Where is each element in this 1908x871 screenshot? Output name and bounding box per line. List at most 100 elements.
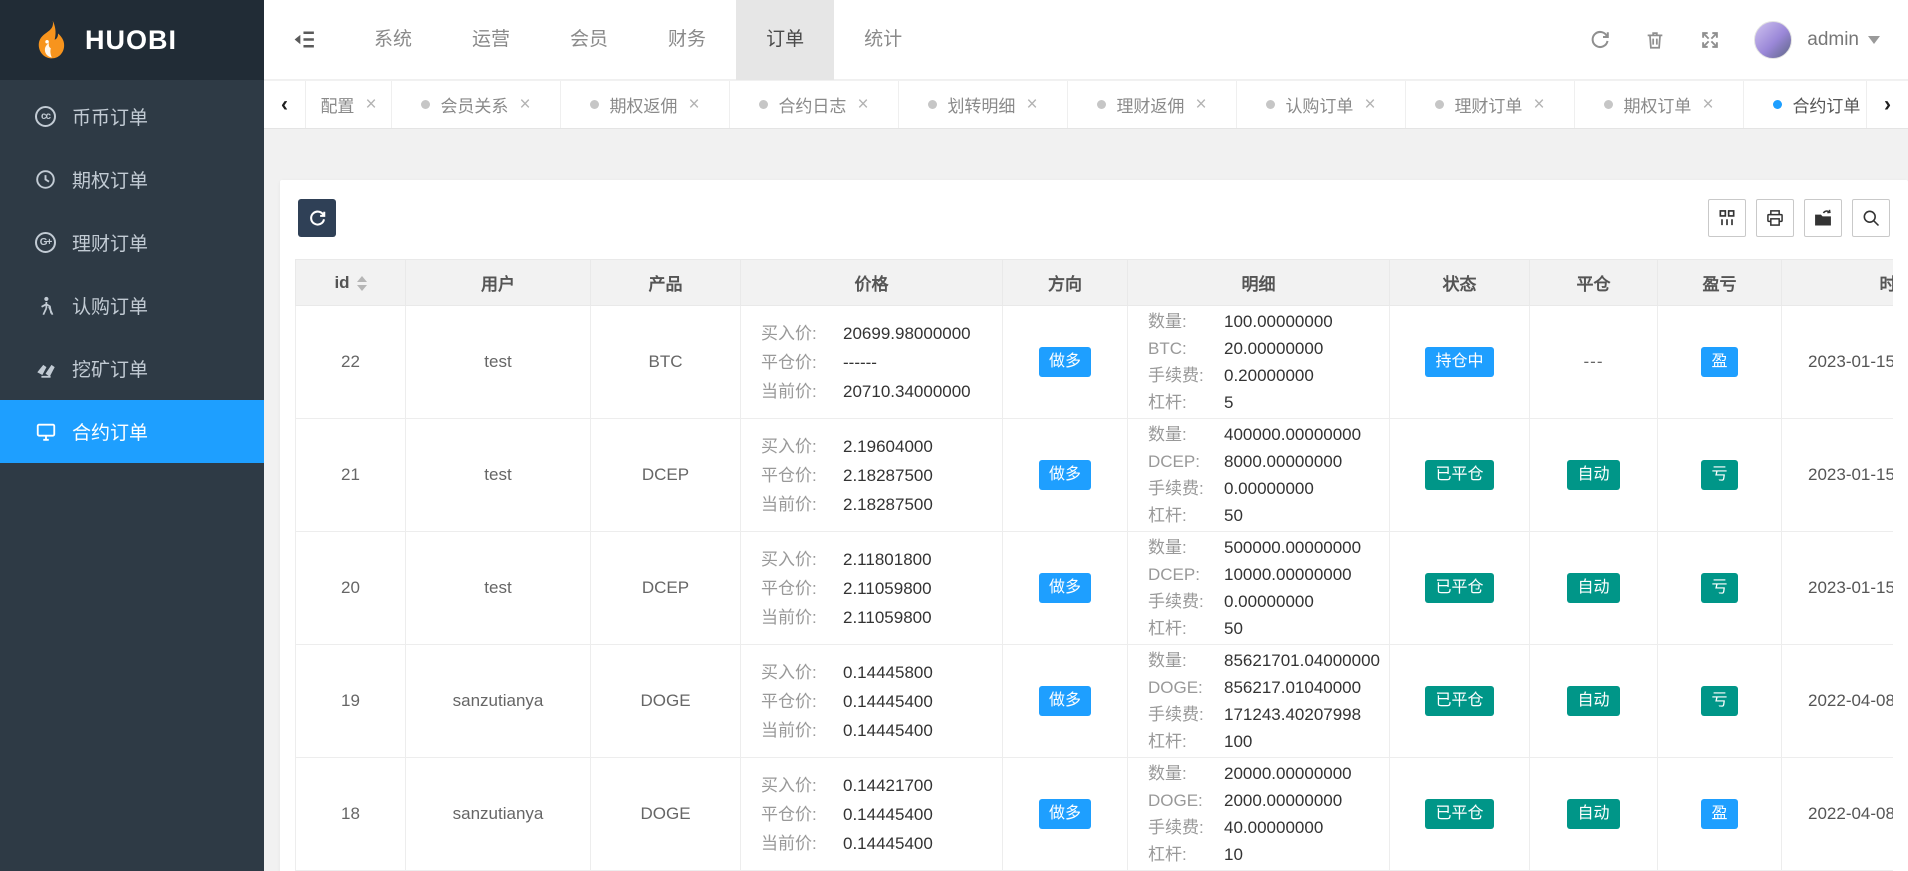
cell-price: 买入价:2.19604000 平仓价:2.18287500 当前价:2.1828… (741, 419, 1003, 532)
tabs-scroll-left-button[interactable]: ‹ (264, 81, 306, 128)
nav-item-stats[interactable]: 统计 (834, 0, 932, 80)
tab-option-orders[interactable]: 期权订单 × (1575, 81, 1744, 128)
tab-option-rebate[interactable]: 期权返佣 × (561, 81, 730, 128)
tabs-strip: 配置 × 会员关系 × 期权返佣 × 合约日志 × 划转明细 × 理财返佣 × (306, 81, 1866, 128)
fullscreen-icon[interactable] (1699, 29, 1721, 51)
person-icon (34, 294, 57, 317)
close-icon[interactable]: × (857, 94, 868, 116)
table-card: id 用户 产品 价格 方向 明细 状态 平仓 盈亏 时间 (280, 180, 1908, 871)
nav-item-orders[interactable]: 订单 (736, 0, 834, 80)
close-icon[interactable]: × (1702, 94, 1713, 116)
close-mode-badge: --- (1584, 353, 1604, 370)
trash-icon[interactable] (1644, 29, 1666, 51)
nav-item-operation[interactable]: 运营 (442, 0, 540, 80)
sidebar-item-label: 理财订单 (72, 229, 148, 256)
cell-direction: 做多 (1003, 758, 1128, 871)
close-icon[interactable]: × (365, 94, 376, 116)
close-icon[interactable]: × (1026, 94, 1037, 116)
tab-finance-orders[interactable]: 理财订单 × (1406, 81, 1575, 128)
sidebar-item-contract-orders[interactable]: 合约订单 (0, 400, 264, 463)
cell-status: 已平仓 (1390, 532, 1530, 645)
cc-icon: cc (34, 105, 57, 128)
status-badge: 已平仓 (1425, 460, 1493, 490)
tab-subscribe-orders[interactable]: 认购订单 × (1237, 81, 1406, 128)
sidebar-item-label: 认购订单 (72, 292, 148, 319)
export-button[interactable] (1804, 199, 1842, 237)
orders-table-wrapper: id 用户 产品 价格 方向 明细 状态 平仓 盈亏 时间 (295, 259, 1893, 871)
cell-id: 22 (296, 306, 406, 419)
tab-contract-orders[interactable]: 合约订单 × (1744, 81, 1866, 128)
sidebar-item-label: 币币订单 (72, 103, 148, 130)
col-header-status: 状态 (1390, 260, 1530, 306)
sidebar-item-label: 期权订单 (72, 166, 148, 193)
sidebar-item-mining-orders[interactable]: 挖矿订单 (0, 337, 264, 400)
close-icon[interactable]: × (1533, 94, 1544, 116)
tab-dot-icon (759, 100, 768, 109)
close-icon[interactable]: × (519, 94, 530, 116)
close-icon[interactable]: × (1195, 94, 1206, 116)
card-toolbar (298, 199, 1890, 237)
cell-product: DCEP (591, 419, 741, 532)
cell-user: test (406, 419, 591, 532)
table-refresh-button[interactable] (298, 199, 336, 237)
tab-label: 合约订单 (1792, 92, 1860, 117)
cell-product: DOGE (591, 645, 741, 758)
top-header: 系统 运营 会员 财务 订单 统计 admin (264, 0, 1908, 80)
nav-item-member[interactable]: 会员 (540, 0, 638, 80)
tab-dot-icon (1097, 100, 1106, 109)
cell-product: BTC (591, 306, 741, 419)
collapse-sidebar-icon[interactable] (264, 0, 344, 80)
cell-detail: 数量:100.00000000 BTC:20.00000000 手续费:0.20… (1128, 306, 1390, 419)
hands-icon (34, 357, 57, 380)
col-header-id[interactable]: id (296, 260, 406, 306)
cell-id: 18 (296, 758, 406, 871)
cell-pnl: 盈 (1658, 758, 1782, 871)
tab-member-relations[interactable]: 会员关系 × (392, 81, 561, 128)
columns-filter-button[interactable] (1708, 199, 1746, 237)
tab-label: 期权返佣 (609, 92, 677, 117)
cell-time: 2023-01-15 (1782, 306, 1894, 419)
cell-id: 21 (296, 419, 406, 532)
search-button[interactable] (1852, 199, 1890, 237)
refresh-icon[interactable] (1589, 29, 1611, 51)
cell-close: 自动 (1530, 758, 1658, 871)
avatar[interactable] (1754, 21, 1792, 59)
sidebar-item-finance-orders[interactable]: G+ 理财订单 (0, 211, 264, 274)
close-icon[interactable]: × (688, 94, 699, 116)
tabs-scroll-right-button[interactable]: › (1866, 81, 1908, 128)
orders-table: id 用户 产品 价格 方向 明细 状态 平仓 盈亏 时间 (295, 259, 1893, 871)
cell-direction: 做多 (1003, 419, 1128, 532)
col-header-product: 产品 (591, 260, 741, 306)
close-icon[interactable]: × (1364, 94, 1375, 116)
tab-finance-rebate[interactable]: 理财返佣 × (1068, 81, 1237, 128)
tab-config[interactable]: 配置 × (306, 81, 392, 128)
close-mode-badge: 自动 (1567, 686, 1619, 716)
print-button[interactable] (1756, 199, 1794, 237)
nav-item-finance[interactable]: 财务 (638, 0, 736, 80)
table-row: 19 sanzutianya DOGE 买入价:0.14445800 平仓价:0… (296, 645, 1894, 758)
cell-time: 2023-01-15 (1782, 532, 1894, 645)
tab-label: 合约日志 (778, 92, 846, 117)
table-row: 22 test BTC 买入价:20699.98000000 平仓价:-----… (296, 306, 1894, 419)
sidebar-menu: cc 币币订单 期权订单 G+ 理财订单 认购订单 挖矿订单 (0, 80, 264, 463)
pnl-badge: 亏 (1701, 686, 1737, 716)
cell-close: 自动 (1530, 419, 1658, 532)
nav-item-system[interactable]: 系统 (344, 0, 442, 80)
tab-contract-log[interactable]: 合约日志 × (730, 81, 899, 128)
pnl-badge: 盈 (1701, 799, 1737, 829)
sidebar-item-label: 挖矿订单 (72, 355, 148, 382)
sort-icon[interactable] (357, 276, 367, 291)
main-content: id 用户 产品 价格 方向 明细 状态 平仓 盈亏 时间 (264, 130, 1908, 871)
cell-product: DCEP (591, 532, 741, 645)
sidebar-item-subscribe-orders[interactable]: 认购订单 (0, 274, 264, 337)
table-row: 20 test DCEP 买入价:2.11801800 平仓价:2.110598… (296, 532, 1894, 645)
col-header-close: 平仓 (1530, 260, 1658, 306)
tab-transfer-detail[interactable]: 划转明细 × (899, 81, 1068, 128)
user-menu[interactable]: admin (1807, 29, 1880, 51)
cell-direction: 做多 (1003, 532, 1128, 645)
sidebar-item-option-orders[interactable]: 期权订单 (0, 148, 264, 211)
table-header-row: id 用户 产品 价格 方向 明细 状态 平仓 盈亏 时间 (296, 260, 1894, 306)
sidebar-item-coin-orders[interactable]: cc 币币订单 (0, 85, 264, 148)
cell-user: sanzutianya (406, 758, 591, 871)
cell-price: 买入价:2.11801800 平仓价:2.11059800 当前价:2.1105… (741, 532, 1003, 645)
